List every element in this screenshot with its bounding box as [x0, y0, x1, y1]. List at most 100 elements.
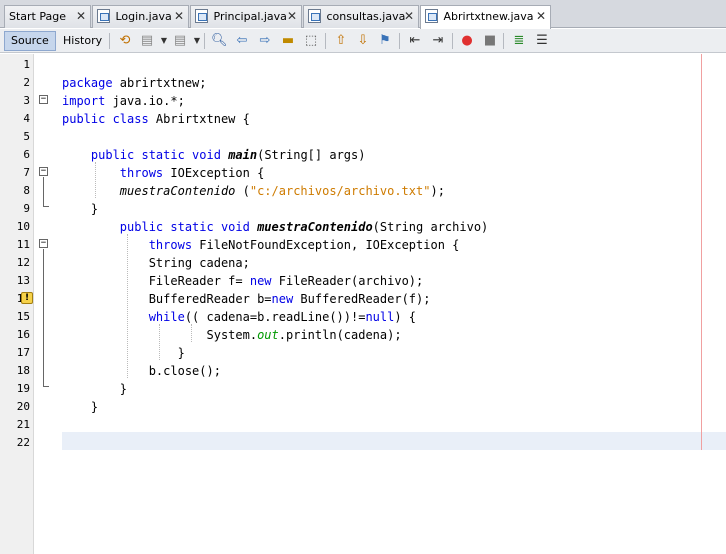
fold-toggle-icon[interactable]: −	[39, 239, 48, 248]
line-number: 12	[16, 256, 30, 269]
tab-start-page[interactable]: Start Page ✕	[4, 5, 91, 28]
code-token: main	[228, 148, 258, 162]
close-tab-icon[interactable]: ✕	[287, 6, 297, 27]
editor-tab-strip: Start Page ✕ Login.java ✕ Principal.java…	[0, 0, 726, 29]
fold-toggle-icon[interactable]: −	[39, 167, 48, 176]
tab-principal-java[interactable]: Principal.java ✕	[190, 5, 302, 28]
code-line: public class Abrirtxtnew {	[62, 110, 250, 128]
code-line: package abrirtxtnew;	[62, 74, 207, 92]
close-tab-icon[interactable]: ✕	[536, 6, 546, 27]
warning-icon[interactable]: !	[21, 292, 33, 304]
editor-toolbar: Source History ⟲ ▤ ▼ ▤ ▼ 🔍︎ ⇦ ⇨ ▬ ⬚ ⇧ ⇩ …	[0, 29, 726, 53]
code-line: }	[62, 380, 127, 398]
line-number: 8	[23, 184, 30, 197]
toolbar-separator	[399, 33, 400, 49]
shift-right-icon[interactable]: ⇥	[430, 33, 446, 49]
next-bookmark-icon[interactable]: ⇩	[355, 33, 371, 49]
tab-label: Abrirtxtnew.java	[443, 10, 534, 23]
toggle-rect-selection-icon[interactable]: ⬚	[303, 33, 319, 49]
toolbar-separator	[204, 33, 205, 49]
line-number: 21	[16, 418, 30, 431]
code-token: throws	[119, 166, 164, 180]
chevron-down-icon[interactable]: ▼	[189, 33, 205, 49]
code-token: import	[62, 94, 106, 108]
tab-abrirtxtnew-java[interactable]: Abrirtxtnew.java ✕	[420, 5, 551, 29]
code-token: .println(cadena);	[278, 328, 402, 342]
line-number: 22	[16, 436, 30, 449]
uncomment-icon[interactable]: ☰	[534, 33, 550, 49]
toggle-highlight-icon[interactable]: ▬	[280, 33, 296, 49]
line-number: 4	[23, 112, 30, 125]
line-number: 13	[16, 274, 30, 287]
line-number: 17	[16, 346, 30, 359]
previous-bookmark-icon[interactable]: ⇧	[333, 33, 349, 49]
fold-end	[43, 206, 49, 207]
start-macro-recording-icon[interactable]: ●	[459, 33, 475, 49]
code-line: muestraContenido ("c:/archivos/archivo.t…	[62, 182, 445, 200]
find-next-icon[interactable]: ⇨	[257, 33, 273, 49]
code-token: while	[148, 310, 185, 324]
toggle-bookmark-icon[interactable]: ⚑	[377, 33, 393, 49]
code-line: System.out.println(cadena);	[62, 326, 402, 344]
tab-label: consultas.java	[326, 10, 406, 23]
code-line: public static void muestraContenido(Stri…	[62, 218, 488, 236]
code-line: public static void main(String[] args)	[62, 146, 366, 164]
chevron-down-icon[interactable]: ▼	[156, 33, 172, 49]
toolbar-separator	[452, 33, 453, 49]
java-file-icon	[308, 9, 321, 23]
code-line: while(( cadena=b.readLine())!=null) {	[62, 308, 416, 326]
code-token: package	[62, 76, 113, 90]
java-file-icon	[195, 9, 208, 23]
tab-consultas-java[interactable]: consultas.java ✕	[303, 5, 419, 28]
history-button[interactable]: History	[56, 31, 109, 51]
code-line: throws FileNotFoundException, IOExceptio…	[62, 236, 460, 254]
find-icon[interactable]: 🔍︎	[211, 33, 228, 49]
code-token: (String archivo)	[372, 220, 489, 234]
fold-toggle-icon[interactable]: −	[39, 95, 48, 104]
code-token: public static void	[119, 220, 250, 234]
stop-macro-recording-icon[interactable]: ■	[482, 33, 498, 49]
tab-label: Start Page	[9, 10, 66, 23]
code-token: ) {	[394, 310, 417, 324]
code-token: Abrirtxtnew {	[148, 112, 250, 126]
line-number: 2	[23, 76, 30, 89]
code-token: BufferedReader b=	[62, 292, 272, 306]
forward-icon[interactable]: ▤	[172, 33, 188, 49]
line-number: 11	[16, 238, 30, 251]
code-token: new	[271, 292, 294, 306]
code-line: String cadena;	[62, 254, 250, 272]
line-number: 10	[16, 220, 30, 233]
code-token: FileReader(archivo);	[271, 274, 424, 288]
line-number: 20	[16, 400, 30, 413]
code-token: }	[62, 400, 99, 414]
line-number: 1	[23, 58, 30, 71]
code-token: null	[365, 310, 395, 324]
close-tab-icon[interactable]: ✕	[404, 6, 414, 27]
code-token: FileReader f=	[62, 274, 250, 288]
comment-icon[interactable]: ≣	[511, 33, 527, 49]
line-number: 6	[23, 148, 30, 161]
line-number: 16	[16, 328, 30, 341]
close-tab-icon[interactable]: ✕	[76, 6, 86, 27]
code-token: BufferedReader(f);	[293, 292, 431, 306]
source-button[interactable]: Source	[4, 31, 56, 51]
close-tab-icon[interactable]: ✕	[174, 6, 184, 27]
code-token: muestraContenido	[257, 220, 373, 234]
find-previous-icon[interactable]: ⇦	[234, 33, 250, 49]
code-token: }	[62, 382, 128, 396]
last-edit-icon[interactable]: ⟲	[117, 33, 133, 49]
code-token: java.io.*;	[105, 94, 185, 108]
fold-end	[43, 386, 49, 387]
line-number: 9	[23, 202, 30, 215]
code-token: (	[235, 184, 250, 198]
back-icon[interactable]: ▤	[139, 33, 155, 49]
shift-left-icon[interactable]: ⇤	[407, 33, 423, 49]
tab-login-java[interactable]: Login.java ✕	[92, 5, 189, 28]
code-token: }	[62, 202, 99, 216]
code-token: public static void	[90, 148, 221, 162]
